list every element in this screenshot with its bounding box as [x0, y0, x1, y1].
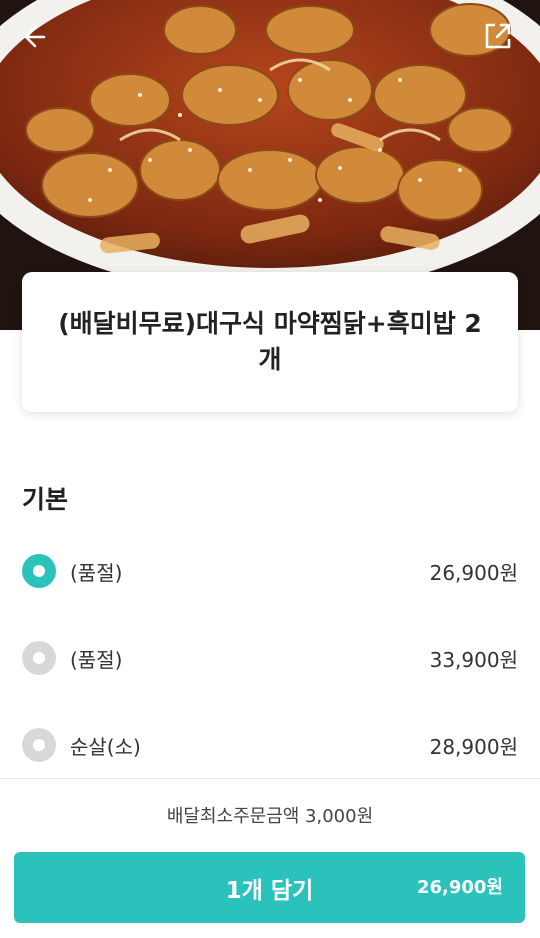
- share-external-icon: [485, 23, 511, 49]
- option-label: (품절): [70, 560, 123, 585]
- radio-unselected[interactable]: [22, 641, 56, 675]
- option-price: 28,900원: [429, 734, 518, 759]
- footer-divider: [0, 778, 540, 779]
- option-row[interactable]: (품절) 26,900원: [22, 551, 518, 591]
- option-label: 순살(소): [70, 734, 141, 759]
- option-row[interactable]: 순살(소) 28,900원: [22, 725, 518, 765]
- product-title: (배달비무료)대구식 마약찜닭+흑미밥 2개: [58, 309, 482, 374]
- option-label: (품절): [70, 647, 123, 672]
- min-order-notice: 배달최소주문금액 3,000원: [166, 806, 374, 827]
- product-title-card: (배달비무료)대구식 마약찜닭+흑미밥 2개: [22, 272, 518, 412]
- arrow-left-icon: [24, 26, 46, 48]
- option-price: 33,900원: [429, 647, 518, 672]
- back-button[interactable]: [22, 24, 56, 58]
- add-to-cart-label: 1개 담기: [225, 877, 314, 904]
- add-to-cart-price: 26,900원: [416, 877, 503, 898]
- option-row[interactable]: (품절) 33,900원: [22, 638, 518, 678]
- options-section-title: 기본: [22, 485, 69, 514]
- radio-unselected[interactable]: [22, 728, 56, 762]
- add-to-cart-button[interactable]: 1개 담기 26,900원: [14, 852, 525, 923]
- share-button[interactable]: [484, 22, 518, 56]
- radio-selected[interactable]: [22, 554, 56, 588]
- option-price: 26,900원: [429, 560, 518, 585]
